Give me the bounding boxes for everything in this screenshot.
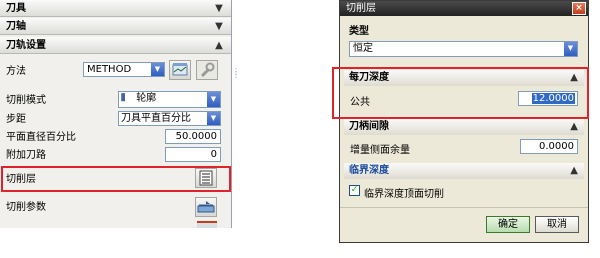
method-value: METHOD [87, 64, 132, 75]
cut-levels-dialog: 切削层 × 类型 恒定 ▼ 每刀深度 ▲ 公共 12.0000 刀柄间隙 ▲ 增… [339, 0, 589, 243]
stepover-select[interactable]: 刀具平直百分比 ▼ [118, 111, 221, 126]
section-axis[interactable]: 刀轴 ▼ [0, 18, 231, 35]
flat-percent-input[interactable]: 50.0000 [165, 129, 221, 144]
section-tool-label: 刀具 [6, 3, 26, 14]
chevron-down-icon[interactable]: ▼ [212, 18, 226, 35]
chevron-down-icon[interactable]: ▼ [564, 42, 577, 56]
edit-method-button[interactable] [169, 60, 191, 80]
cut-mode-select[interactable]: ⫴ 轮廓 ▼ [118, 91, 221, 108]
flat-percent-label: 平面直径百分比 [6, 132, 76, 143]
method-edit-icon [172, 63, 188, 76]
section-shank-clearance[interactable]: 刀柄间隙 ▲ [344, 119, 584, 135]
side-stock-value: 0.0000 [539, 141, 574, 152]
stepover-label: 步距 [6, 114, 26, 125]
method-label: 方法 [6, 66, 26, 77]
extra-paths-input[interactable]: 0 [165, 147, 221, 162]
critical-depth-checkbox-label: 临界深度顶面切削 [364, 189, 444, 200]
chevron-down-icon[interactable]: ▼ [207, 92, 220, 107]
flat-percent-value: 50.0000 [175, 131, 217, 142]
chevron-up-icon[interactable]: ▲ [570, 119, 578, 135]
chevron-down-icon[interactable]: ▼ [151, 63, 164, 76]
cut-params-icon [197, 201, 215, 213]
chevron-down-icon[interactable]: ▼ [207, 112, 220, 125]
section-shank-label: 刀柄间隙 [349, 121, 389, 132]
type-select[interactable]: 恒定 ▼ [349, 41, 578, 57]
dialog-title: 切削层 [346, 3, 376, 14]
wrench-button[interactable] [196, 60, 218, 80]
highlight-depth-per-cut [332, 67, 589, 119]
footer-divider [340, 207, 588, 208]
critical-depth-checkbox[interactable]: ✓ [349, 185, 360, 196]
extra-paths-label: 附加刀路 [6, 150, 46, 161]
type-value: 恒定 [353, 43, 373, 54]
chevron-up-icon[interactable]: ▲ [212, 37, 226, 54]
chevron-down-icon[interactable]: ▼ [212, 0, 226, 17]
side-stock-label: 增量侧面余量 [350, 145, 410, 156]
method-select[interactable]: METHOD ▼ [83, 62, 165, 77]
cut-mode-value: 轮廓 [136, 93, 157, 104]
section-critical-label: 临界深度 [349, 165, 389, 176]
extra-paths-value: 0 [210, 149, 217, 160]
section-path-settings-label: 刀轨设置 [6, 40, 46, 51]
section-axis-label: 刀轴 [6, 21, 26, 32]
cancel-button[interactable]: 取消 [535, 216, 579, 233]
operation-panel: 刀具 ▼ 刀轴 ▼ 刀轨设置 ▲ 方法 METHOD ▼ 切削模式 ⫴ 轮廓 ▼… [0, 0, 232, 228]
ok-button[interactable]: 确定 [486, 216, 530, 233]
cut-params-button[interactable] [195, 197, 217, 217]
cancel-button-label: 取消 [547, 219, 567, 230]
close-icon: × [575, 3, 583, 13]
ok-button-label: 确定 [498, 219, 518, 230]
splitter-grip-icon[interactable]: ⋮ ⋮ [232, 68, 240, 80]
section-critical-depth[interactable]: 临界深度 ▲ [344, 163, 584, 179]
wrench-icon [200, 62, 215, 78]
chevron-up-icon[interactable]: ▲ [570, 163, 578, 179]
type-label: 类型 [349, 26, 369, 37]
stepover-value: 刀具平直百分比 [121, 113, 191, 124]
cut-mode-label: 切削模式 [6, 95, 46, 106]
highlight-cut-levels [1, 166, 231, 192]
dialog-titlebar: 切削层 [340, 1, 588, 16]
contour-icon: ⫴ [121, 93, 126, 104]
cut-params-label: 切削参数 [6, 202, 46, 213]
section-tool[interactable]: 刀具 ▼ [0, 0, 231, 17]
close-button[interactable]: × [572, 2, 586, 15]
section-path-settings[interactable]: 刀轨设置 ▲ [0, 37, 231, 54]
next-tool-icon[interactable] [197, 221, 217, 228]
side-stock-input[interactable]: 0.0000 [520, 139, 578, 154]
